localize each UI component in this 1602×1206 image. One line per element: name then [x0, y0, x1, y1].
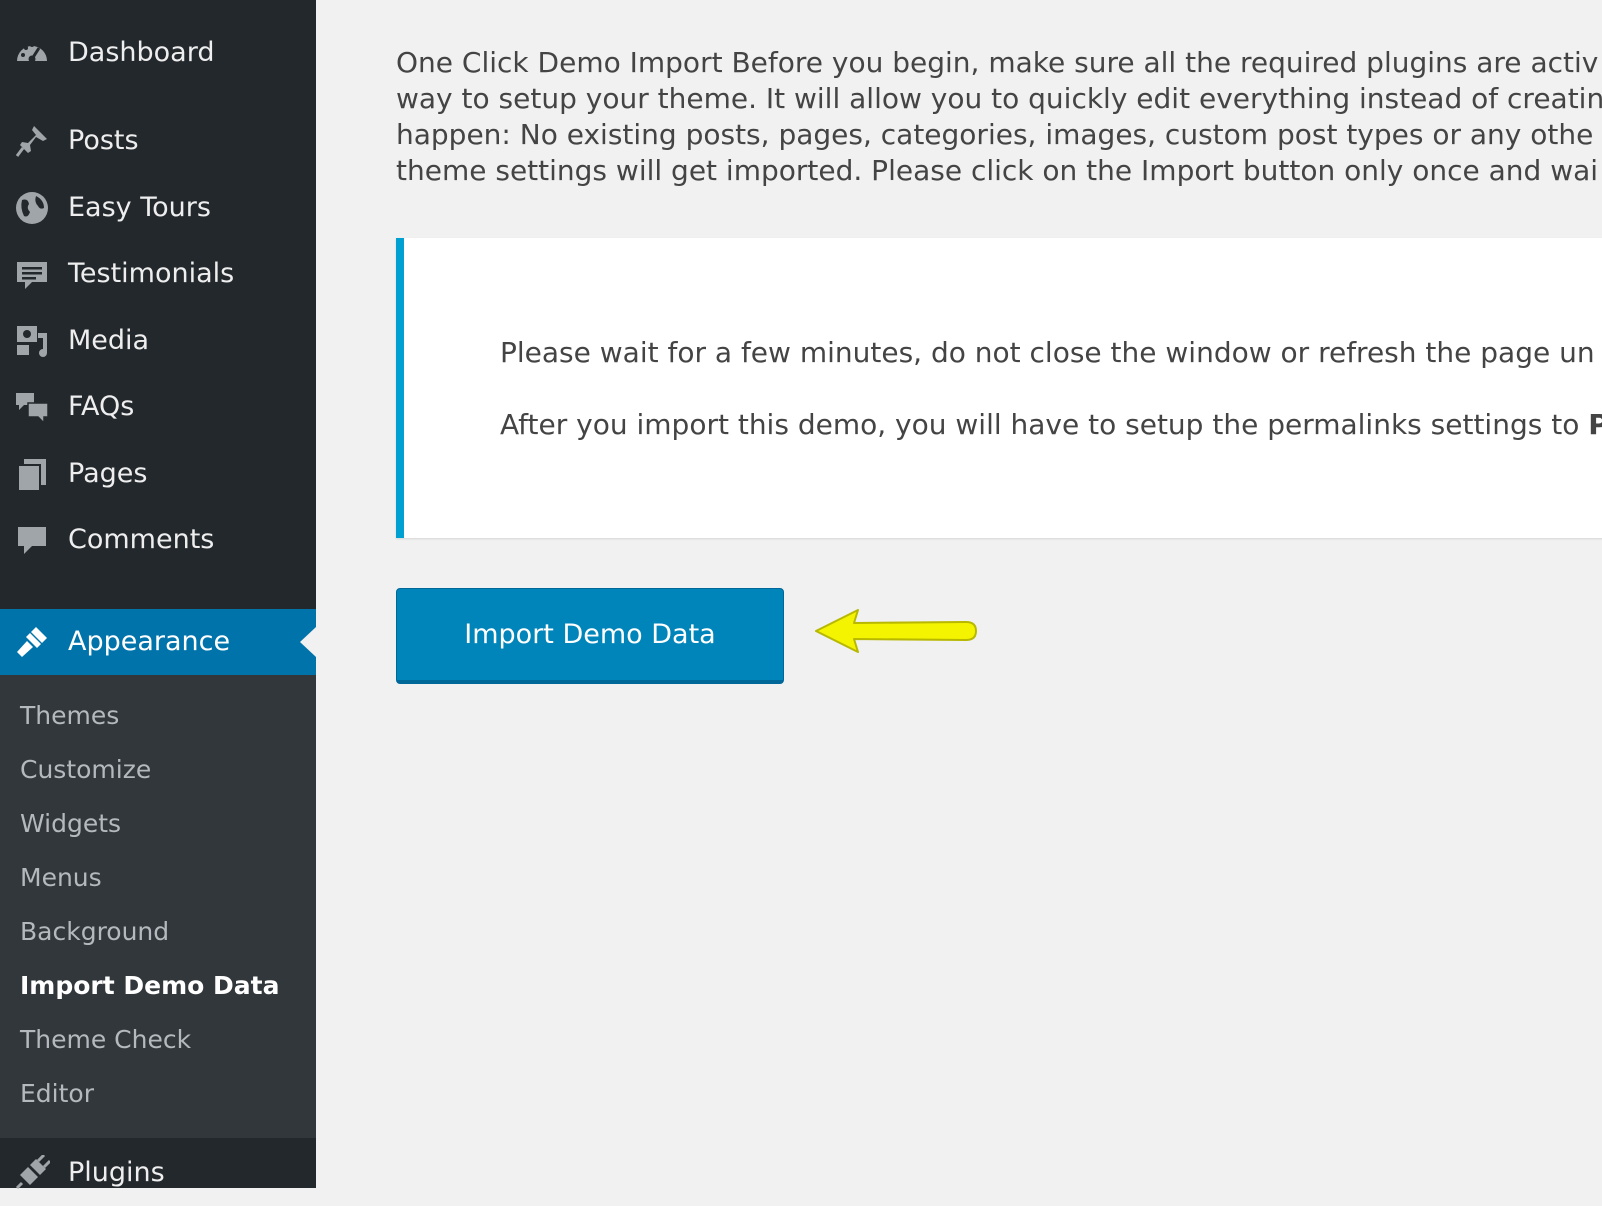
submenu-item-theme-check[interactable]: Theme Check	[20, 1025, 191, 1054]
menu-item-label: Easy Tours	[68, 192, 211, 223]
intro-line: theme settings will get imported. Please…	[396, 154, 1599, 187]
admin-sidebar: Dashboard Posts Easy Tours Testimonials …	[0, 0, 316, 1190]
menu-item-dashboard[interactable]: Dashboard	[0, 20, 316, 86]
current-indicator	[300, 627, 316, 657]
menu-item-comments[interactable]: Comments	[0, 507, 316, 573]
media-icon	[14, 323, 50, 359]
menu-item-posts[interactable]: Posts	[0, 108, 316, 174]
menu-item-label: Dashboard	[68, 37, 215, 68]
menu-item-media[interactable]: Media	[0, 308, 316, 374]
menu-item-label: Appearance	[68, 626, 231, 657]
menu-item-label: Pages	[68, 458, 148, 489]
faq-icon	[14, 389, 50, 425]
notice-permalink-text: After you import this demo, you will hav…	[500, 408, 1602, 441]
submenu-item-menus[interactable]: Menus	[20, 863, 102, 892]
submenu-item-background[interactable]: Background	[20, 917, 169, 946]
intro-text: One Click Demo Import Before you begin, …	[396, 45, 1602, 189]
yellow-arrow-icon	[815, 609, 977, 653]
dashboard-icon	[14, 35, 50, 71]
globe-icon	[14, 190, 50, 226]
pin-icon	[14, 123, 50, 159]
menu-item-label: Posts	[68, 125, 139, 156]
menu-item-label: Comments	[68, 524, 215, 555]
submenu-item-import-demo-data[interactable]: Import Demo Data	[20, 971, 280, 1000]
menu-item-pages[interactable]: Pages	[0, 441, 316, 507]
notice-wait-text: Please wait for a few minutes, do not cl…	[500, 336, 1595, 369]
menu-item-label: FAQs	[68, 391, 135, 422]
submenu-item-widgets[interactable]: Widgets	[20, 809, 121, 838]
import-notice: Please wait for a few minutes, do not cl…	[396, 238, 1602, 538]
intro-line: way to setup your theme. It will allow y…	[396, 82, 1602, 115]
intro-line: One Click Demo Import Before you begin, …	[396, 46, 1599, 79]
pages-icon	[14, 456, 50, 492]
testimonial-icon	[14, 256, 50, 292]
menu-item-label: Testimonials	[68, 258, 235, 289]
import-demo-data-button[interactable]: Import Demo Data	[396, 588, 784, 684]
menu-item-faqs[interactable]: FAQs	[0, 374, 316, 440]
main-content: One Click Demo Import Before you begin, …	[316, 0, 1602, 1188]
menu-item-label: Plugins	[68, 1157, 165, 1188]
menu-item-testimonials[interactable]: Testimonials	[0, 241, 316, 307]
menu-item-appearance[interactable]: Appearance	[0, 609, 316, 675]
notice-permalink-bold: P	[1588, 408, 1602, 441]
submenu-item-editor[interactable]: Editor	[20, 1079, 94, 1108]
comment-icon	[14, 522, 50, 558]
plugin-icon	[14, 1155, 50, 1191]
appearance-submenu: Themes Customize Widgets Menus Backgroun…	[0, 675, 316, 1138]
submenu-item-customize[interactable]: Customize	[20, 755, 151, 784]
notice-permalink-prefix: After you import this demo, you will hav…	[500, 408, 1589, 441]
intro-line: happen: No existing posts, pages, catego…	[396, 118, 1594, 151]
submenu-item-themes[interactable]: Themes	[20, 701, 119, 730]
menu-item-plugins[interactable]: Plugins	[0, 1140, 316, 1206]
menu-item-label: Media	[68, 325, 150, 356]
menu-item-easy-tours[interactable]: Easy Tours	[0, 175, 316, 241]
paintbrush-icon	[14, 624, 50, 660]
